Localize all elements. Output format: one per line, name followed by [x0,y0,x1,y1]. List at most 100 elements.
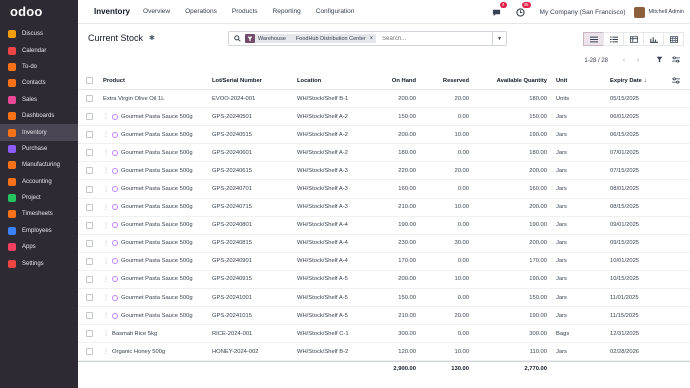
sidebar-item-calendar[interactable]: Calendar [0,42,78,58]
table-row[interactable]: Extra Virgin Olive Oil 1L EVOO-2024-001 WH… [78,90,690,109]
drag-handle-icon[interactable]: ⋮ [103,294,109,301]
sidebar-item-sales[interactable]: Sales [0,92,78,108]
menu-products[interactable]: Products [232,8,258,15]
sidebar-item-manufacturing[interactable]: Manufacturing [0,157,78,173]
col-lot[interactable]: Lot/Serial Number [212,72,262,89]
product-name[interactable]: Basmati Rice 5kg [112,331,157,337]
product-name[interactable]: Gourmet Pasta Sauce 500g [121,150,193,156]
table-row[interactable]: ⋮ Gourmet Pasta Sauce 500g GPS-20241015 WH/… [78,307,690,326]
app-title[interactable]: Inventory [94,7,130,16]
product-name[interactable]: Gourmet Pasta Sauce 500g [121,295,193,301]
row-checkbox[interactable] [86,348,93,356]
drag-handle-icon[interactable]: ⋮ [103,348,109,355]
table-row[interactable]: ⋮ Gourmet Pasta Sauce 500g GPS-20240815 WH/… [78,235,690,253]
filter-icon[interactable] [656,56,663,65]
product-name[interactable]: Gourmet Pasta Sauce 500g [121,204,193,210]
chevron-right-icon[interactable]: › [632,55,644,66]
select-all-checkbox[interactable] [86,77,93,84]
product-name[interactable]: Gourmet Pasta Sauce 500g [121,114,193,120]
col-unit[interactable]: Unit [556,72,567,89]
product-name[interactable]: Gourmet Pasta Sauce 500g [121,240,193,246]
search-icon[interactable] [229,35,245,42]
row-checkbox[interactable] [86,294,93,302]
table-row[interactable]: ⋮ Gourmet Pasta Sauce 500g GPS-20240501 WH/… [78,108,690,127]
sidebar-item-inventory[interactable]: Inventory [0,124,78,141]
drag-handle-icon[interactable]: ⋮ [103,204,109,211]
sidebar-item-dashboards[interactable]: Dashboards [0,108,78,124]
sidebar-item-project[interactable]: Project [0,190,78,206]
drag-handle-icon[interactable]: ⋮ [103,186,109,193]
drag-handle-icon[interactable]: ⋮ [103,258,109,265]
gear-icon[interactable]: ✱ [149,34,155,42]
product-name[interactable]: Gourmet Pasta Sauce 500g [121,222,193,228]
drag-handle-icon[interactable]: ⋮ [103,330,109,337]
pivot-view-button[interactable] [623,32,644,46]
drag-handle-icon[interactable]: ⋮ [103,312,109,319]
table-row[interactable]: ⋮ Gourmet Pasta Sauce 500g GPS-20240715 WH/… [78,199,690,217]
sidebar-item-purchase[interactable]: Purchase [0,141,78,157]
product-name[interactable]: Gourmet Pasta Sauce 500g [121,258,193,264]
table-row[interactable]: ⋮ Basmati Rice 5kg RICE-2024-001 WH/Stock/S… [78,325,690,344]
sidebar-item-discuss[interactable]: Discuss [0,26,78,42]
product-name[interactable]: Gourmet Pasta Sauce 500g [121,132,193,138]
row-checkbox[interactable] [86,275,93,283]
sidebar-item-to-do[interactable]: To-do [0,59,78,75]
drag-handle-icon[interactable]: ⋮ [103,222,109,229]
col-available[interactable]: Available Quantity [497,72,547,89]
row-checkbox[interactable] [86,221,93,229]
col-location[interactable]: Location [297,72,321,89]
table-row[interactable]: ⋮ Gourmet Pasta Sauce 500g GPS-20240601 WH/… [78,144,690,163]
table-row[interactable]: ⋮ Gourmet Pasta Sauce 500g GPS-20240901 WH/… [78,253,690,271]
sidebar-item-contacts[interactable]: Contacts [0,75,78,91]
col-expiry[interactable]: Expiry Date ↓ [610,72,647,89]
table-row[interactable]: ⋮ Gourmet Pasta Sauce 500g GPS-20240701 WH/… [78,180,690,199]
drag-handle-icon[interactable]: ⋮ [103,167,109,174]
menu-operations[interactable]: Operations [185,8,217,15]
table-row[interactable]: ⋮ Gourmet Pasta Sauce 500g GPS-20240615 WH/… [78,162,690,181]
drag-handle-icon[interactable]: ⋮ [103,276,109,283]
list-view-alt-button[interactable] [603,32,624,46]
sidebar-item-apps[interactable]: Apps [0,239,78,255]
sidebar-item-timesheets[interactable]: Timesheets [0,206,78,222]
table-row[interactable]: ⋮ Organic Honey 500g HONEY-2024-002 WH/Stoc… [78,343,690,362]
chevron-down-icon[interactable]: ▼ [492,32,506,45]
avatar[interactable] [633,6,645,18]
table-row[interactable]: ⋮ Gourmet Pasta Sauce 500g GPS-20240801 WH/… [78,217,690,235]
menu-configuration[interactable]: Configuration [316,8,355,15]
sidebar-item-settings[interactable]: Settings [0,255,78,271]
sidebar-item-accounting[interactable]: Accounting [0,174,78,190]
table-row[interactable]: ⋮ Gourmet Pasta Sauce 500g GPS-20241001 WH/… [78,289,690,308]
row-checkbox[interactable] [86,185,93,193]
chevron-left-icon[interactable]: ‹ [618,55,630,66]
col-onhand[interactable]: On Hand [392,72,416,89]
row-checkbox[interactable] [86,239,93,247]
search-facet[interactable]: Warehouse FoodHub Distribution Center × [255,34,377,43]
search-input[interactable] [382,35,463,42]
graph-view-button[interactable] [643,32,664,46]
row-checkbox[interactable] [86,330,93,338]
row-checkbox[interactable] [86,203,93,211]
row-checkbox[interactable] [86,131,93,139]
user-menu[interactable]: Mitchell Admin [649,9,684,15]
row-checkbox[interactable] [86,95,93,103]
optional-columns-icon[interactable] [672,56,680,65]
menu-reporting[interactable]: Reporting [273,8,301,15]
calendar-view-button[interactable] [663,32,684,46]
pager-value[interactable]: 1-28 / 28 [584,58,608,64]
company-switcher[interactable]: My Company (San Francisco) [540,9,626,16]
table-row[interactable]: ⋮ Gourmet Pasta Sauce 500g GPS-20240915 WH/… [78,271,690,290]
list-view-button[interactable] [583,32,604,46]
row-checkbox[interactable] [86,149,93,157]
col-product[interactable]: Product [103,72,125,89]
product-name[interactable]: Gourmet Pasta Sauce 500g [121,276,193,282]
table-row[interactable]: ⋮ Gourmet Pasta Sauce 500g GPS-20240515 WH/… [78,126,690,145]
drag-handle-icon[interactable]: ⋮ [103,240,109,247]
product-name[interactable]: Gourmet Pasta Sauce 500g [121,186,193,192]
clock-button[interactable]: 35 [516,2,531,17]
product-name[interactable]: Organic Honey 500g [112,349,165,355]
row-checkbox[interactable] [86,312,93,320]
drag-handle-icon[interactable]: ⋮ [103,113,109,120]
product-name[interactable]: Extra Virgin Olive Oil 1L [103,96,164,102]
menu-overview[interactable]: Overview [143,8,170,15]
close-icon[interactable]: × [370,36,374,42]
